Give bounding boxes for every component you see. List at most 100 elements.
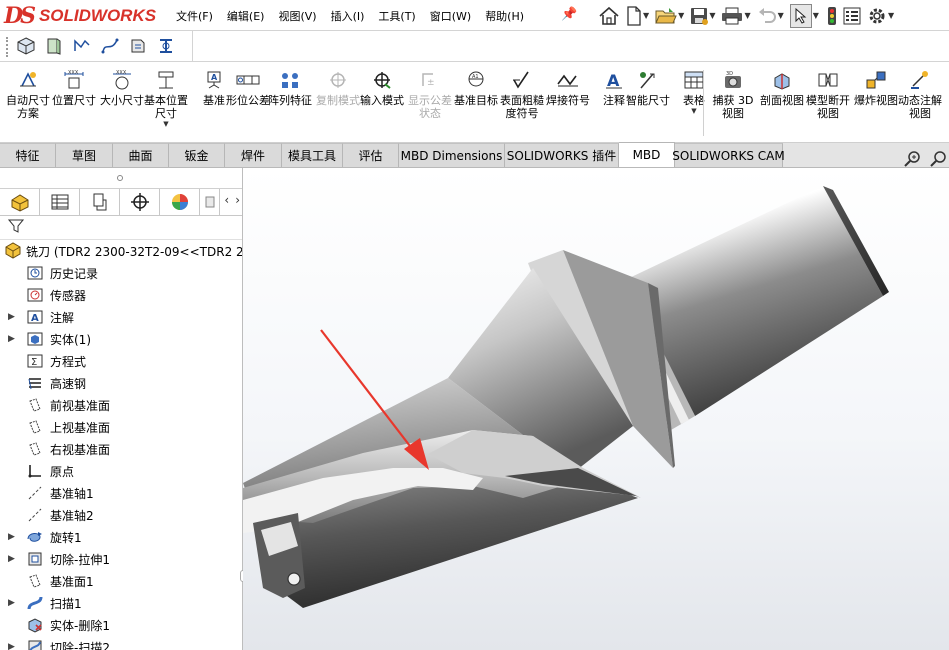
options-gear-icon[interactable]: ▼	[867, 6, 894, 26]
ribbon-button-surface-finish[interactable]: 表面粗糙度符号	[500, 68, 544, 120]
display-manager-tab[interactable]	[160, 189, 200, 215]
tree-item[interactable]: 实体-删除1	[0, 614, 242, 636]
tab-4[interactable]: 焊件	[225, 143, 282, 167]
tree-item[interactable]: 高速钢	[0, 372, 242, 394]
expand-arrow-icon[interactable]: ▶	[8, 334, 15, 344]
tab-0[interactable]: 特征	[0, 143, 56, 167]
sketch-curve-icon[interactable]	[72, 35, 92, 57]
undo-icon[interactable]: ▼	[757, 6, 784, 26]
sheet-metal-icon[interactable]	[128, 35, 148, 57]
pin-icon[interactable]: 📌	[561, 7, 577, 22]
ribbon-button-exploded-view[interactable]: 爆炸视图	[854, 68, 898, 107]
menu-edit[interactable]: 编辑(E)	[227, 8, 265, 24]
tree-item[interactable]: ▶ 旋转1	[0, 526, 242, 548]
ribbon-button-import-scheme[interactable]: 输入模式	[360, 68, 404, 107]
tree-item[interactable]: ▶ A 注解	[0, 306, 242, 328]
drill-model-3d[interactable]	[243, 168, 949, 650]
expand-arrow-icon[interactable]: ▶	[8, 598, 15, 608]
ribbon-button-dynamic-annotation-view[interactable]: 动态注解视图	[898, 68, 942, 120]
new-document-icon[interactable]: ▼	[626, 5, 649, 26]
tab-7[interactable]: MBD Dimensions	[399, 143, 505, 167]
chevron-down-icon[interactable]: ▼	[778, 11, 784, 20]
expand-arrow-icon[interactable]: ▶	[8, 312, 15, 322]
tree-item[interactable]: 基准轴1	[0, 482, 242, 504]
expand-arrow-icon[interactable]: ▶	[8, 642, 15, 650]
ribbon-button-datum-target[interactable]: A1 基准目标	[454, 68, 498, 107]
chevron-down-icon[interactable]: ▼	[744, 11, 750, 20]
scroll-right-icon[interactable]: ›	[235, 193, 240, 207]
tree-item[interactable]: 右视基准面	[0, 438, 242, 460]
more-tabs-icon[interactable]	[200, 189, 220, 215]
ribbon-button-geometric-tolerance[interactable]: 形位公差	[226, 68, 270, 107]
ribbon-button-location-dimension[interactable]: XXX 位置尺寸	[52, 68, 96, 107]
ribbon-button-basic-location-dimension[interactable]: 基本位置尺寸 ▼	[144, 68, 188, 128]
configuration-manager-tab[interactable]	[80, 189, 120, 215]
ribbon-button-pattern-feature[interactable]: 阵列特征	[268, 68, 312, 107]
dimxpert-manager-tab[interactable]	[120, 189, 160, 215]
part-box-icon[interactable]	[16, 35, 36, 57]
chevron-down-icon[interactable]: ▼	[813, 11, 819, 20]
menu-file[interactable]: 文件(F)	[176, 8, 213, 24]
ribbon-button-auto-dimension[interactable]: 自动尺寸方案	[6, 68, 50, 120]
expand-arrow-icon[interactable]: ▶	[8, 532, 15, 542]
toolbar-grip[interactable]	[6, 37, 9, 57]
tree-item[interactable]: 基准轴2	[0, 504, 242, 526]
tree-item[interactable]: ▶ 切除-扫描2	[0, 636, 242, 650]
tab-10[interactable]: SOLIDWORKS CAM	[672, 143, 785, 167]
tree-item[interactable]: 基准面1	[0, 570, 242, 592]
tree-item[interactable]: 传感器	[0, 284, 242, 306]
weldment-icon[interactable]	[156, 35, 176, 57]
chevron-down-icon[interactable]: ▼	[888, 11, 894, 20]
graphics-area[interactable]	[243, 168, 949, 650]
tab-1[interactable]: 草图	[56, 143, 113, 167]
tree-item[interactable]: ▶ 实体(1)	[0, 328, 242, 350]
tab-6[interactable]: 评估	[343, 143, 399, 167]
tree-item[interactable]: ▶ 扫描1	[0, 592, 242, 614]
menu-help[interactable]: 帮助(H)	[485, 8, 524, 24]
chevron-down-icon[interactable]: ▼	[691, 107, 696, 115]
extrude-feature-icon[interactable]	[44, 35, 64, 57]
feature-manager-tab[interactable]	[0, 189, 40, 215]
tree-item[interactable]: 上视基准面	[0, 416, 242, 438]
save-icon[interactable]: ▼	[690, 6, 715, 26]
tab-2[interactable]: 曲面	[113, 143, 169, 167]
tree-root-part[interactable]: 铣刀 (TDR2 2300-32T2-09<<TDR2 2	[0, 240, 242, 262]
menu-tools[interactable]: 工具(T)	[378, 8, 415, 24]
print-icon[interactable]: ▼	[721, 6, 751, 26]
expand-arrow-icon[interactable]: ▶	[8, 554, 15, 564]
menu-view[interactable]: 视图(V)	[278, 8, 316, 24]
chevron-down-icon[interactable]: ▼	[678, 11, 684, 20]
tree-item[interactable]: 原点	[0, 460, 242, 482]
tab-9[interactable]: MBD	[619, 142, 675, 167]
chevron-down-icon[interactable]: ▼	[643, 11, 649, 20]
rebuild-traffic-light-icon[interactable]	[827, 6, 837, 26]
collapse-dot-icon[interactable]	[117, 175, 123, 181]
menu-insert[interactable]: 插入(I)	[331, 8, 365, 24]
open-folder-icon[interactable]: ▼	[655, 6, 684, 26]
tree-item[interactable]: ▶ 切除-拉伸1	[0, 548, 242, 570]
ribbon-button-capture-3d-view[interactable]: 3D 捕获 3D 视图	[711, 68, 755, 120]
file-properties-icon[interactable]	[843, 6, 861, 26]
tree-item[interactable]: Σ 方程式	[0, 350, 242, 372]
tab-8[interactable]: SOLIDWORKS 插件	[505, 143, 619, 167]
ribbon-button-model-break-view[interactable]: 模型断开视图	[806, 68, 850, 120]
spline-icon[interactable]	[100, 35, 120, 57]
select-arrow-icon[interactable]	[789, 3, 812, 28]
ribbon-button-section-view[interactable]: 剖面视图	[760, 68, 804, 107]
panel-collapse-bar[interactable]	[0, 168, 242, 189]
scroll-left-icon[interactable]: ‹	[224, 193, 229, 207]
menu-window[interactable]: 窗口(W)	[430, 8, 471, 24]
chevron-down-icon[interactable]: ▼	[709, 11, 715, 20]
ribbon-button-size-dimension[interactable]: XXX 大小尺寸	[100, 68, 144, 107]
ribbon-button-smart-dimension[interactable]: 智能尺寸	[626, 68, 670, 107]
tree-item[interactable]: 历史记录	[0, 262, 242, 284]
tree-item[interactable]: 前视基准面	[0, 394, 242, 416]
filter-icon[interactable]	[7, 218, 25, 237]
tab-5[interactable]: 模具工具	[282, 143, 343, 167]
home-icon[interactable]	[598, 6, 620, 26]
chevron-down-icon[interactable]: ▼	[163, 120, 168, 128]
ribbon-button-weld-symbol[interactable]: 焊接符号	[546, 68, 590, 107]
property-manager-tab[interactable]	[40, 189, 80, 215]
tab-3[interactable]: 钣金	[169, 143, 225, 167]
ribbon-button-table[interactable]: 表格 ▼	[672, 68, 716, 115]
